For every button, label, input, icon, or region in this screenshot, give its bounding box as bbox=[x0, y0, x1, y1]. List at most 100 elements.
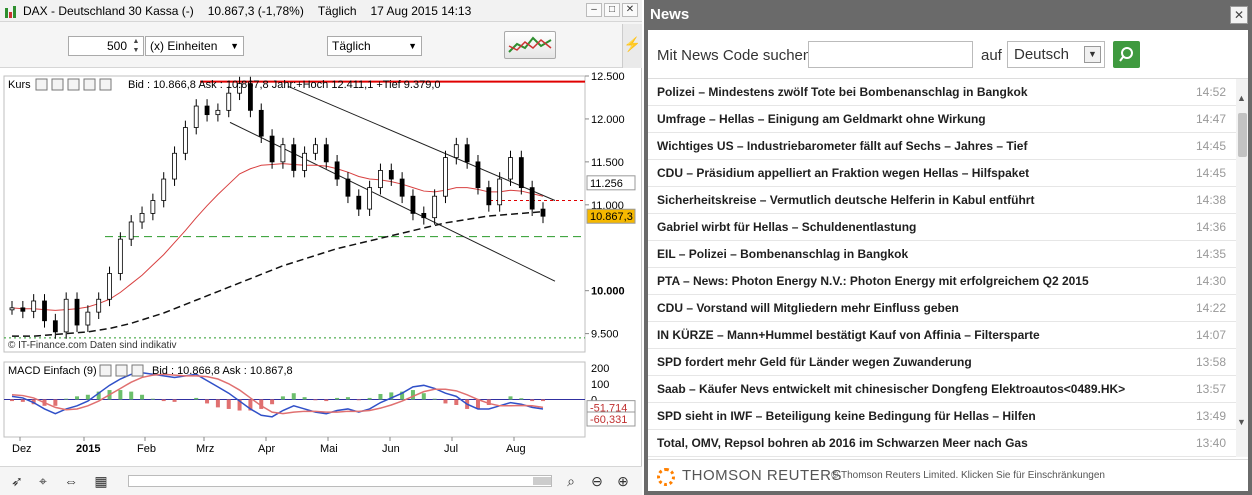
candle bbox=[540, 208, 546, 217]
candle bbox=[280, 144, 286, 163]
period-select[interactable]: Täglich ▼ bbox=[327, 36, 422, 56]
news-headline[interactable]: CDU – Vorstand will Mitgliedern mehr Ein… bbox=[657, 301, 959, 315]
news-item[interactable]: Sicherheitskreise – Vermutlich deutsche … bbox=[648, 187, 1236, 214]
news-item[interactable]: IN KÜRZE – Mann+Hummel bestätigt Kauf vo… bbox=[648, 322, 1236, 349]
news-item[interactable]: Saab – Käufer Nevs entwickelt mit chines… bbox=[648, 376, 1236, 403]
period-select-value: Täglich bbox=[332, 39, 371, 53]
news-headline[interactable]: SPD fordert mehr Geld für Länder wegen Z… bbox=[657, 355, 972, 369]
news-item[interactable]: Polizei – Mindestens zwölf Tote bei Bomb… bbox=[648, 79, 1236, 106]
candle bbox=[388, 170, 394, 180]
news-headline[interactable]: CDU – Präsidium appelliert an Fraktion w… bbox=[657, 166, 1029, 180]
news-time: 14:45 bbox=[1195, 166, 1226, 180]
price-axis-label: 12.500 bbox=[591, 72, 625, 83]
window-icon bbox=[115, 364, 128, 377]
news-panel: Mit News Code suchen auf Deutsch ▼ Poliz… bbox=[648, 30, 1248, 491]
news-item[interactable]: CDU – Vorstand will Mitgliedern mehr Ein… bbox=[648, 295, 1236, 322]
candle bbox=[31, 300, 37, 312]
zoom-out-icon[interactable]: ⊖ bbox=[588, 472, 606, 490]
calendar-icon[interactable]: ▦ bbox=[92, 472, 110, 490]
close-icon[interactable]: ✕ bbox=[622, 3, 638, 17]
news-headline[interactable]: Gabriel wirbt für Hellas – Schuldenentla… bbox=[657, 220, 916, 234]
news-headline[interactable]: Sicherheitskreise – Vermutlich deutsche … bbox=[657, 193, 1034, 207]
news-headline[interactable]: Total, OMV, Repsol bohren ab 2016 im Sch… bbox=[657, 436, 1028, 450]
news-headline[interactable]: EIL – Polizei – Bombenanschlag in Bangko… bbox=[657, 247, 908, 261]
remove-icon bbox=[99, 78, 112, 91]
news-search-button[interactable] bbox=[1113, 41, 1140, 68]
news-headline[interactable]: Wichtiges US – Industriebarometer fällt … bbox=[657, 139, 1027, 153]
macd-histogram-bar bbox=[205, 399, 210, 404]
news-headline[interactable]: IN KÜRZE – Mann+Hummel bestätigt Kauf vo… bbox=[657, 328, 1040, 342]
candle bbox=[410, 195, 416, 214]
window-icon bbox=[51, 78, 64, 91]
candle bbox=[226, 92, 232, 111]
unit-select[interactable]: (x) Einheiten ▼ bbox=[145, 36, 244, 56]
candle bbox=[182, 127, 188, 154]
cursor-icon[interactable]: ➶ bbox=[8, 472, 26, 490]
price-axis-label: 11.500 bbox=[591, 157, 624, 169]
candle bbox=[193, 105, 199, 128]
zoom-in-icon[interactable]: ⊕ bbox=[614, 472, 632, 490]
macd-histogram-bar bbox=[280, 396, 285, 400]
candle bbox=[421, 212, 427, 219]
footer-copyright[interactable]: © Thomson Reuters Limited. Klicken Sie f… bbox=[831, 470, 1105, 481]
thomson-reuters-logo bbox=[657, 468, 675, 486]
news-headline[interactable]: Polizei – Mindestens zwölf Tote bei Bomb… bbox=[657, 85, 1028, 99]
news-headline[interactable]: Saab – Käufer Nevs entwickelt mit chines… bbox=[657, 382, 1125, 396]
indicators-button[interactable] bbox=[504, 31, 556, 59]
macd-histogram-bar bbox=[226, 399, 231, 409]
candle bbox=[128, 221, 134, 240]
time-scroll-thumb[interactable] bbox=[533, 477, 551, 485]
macd-histogram-bar bbox=[291, 393, 296, 400]
candle bbox=[204, 105, 210, 116]
news-item[interactable]: EIL – Polizei – Bombenanschlag in Bangko… bbox=[648, 241, 1236, 268]
news-item[interactable]: CDU – Präsidium appelliert an Fraktion w… bbox=[648, 160, 1236, 187]
news-scrollbar[interactable]: ▲ ▼ bbox=[1236, 79, 1248, 457]
quantity-stepper[interactable]: ▲ ▼ bbox=[130, 37, 142, 55]
wrench-icon bbox=[99, 364, 112, 377]
news-item[interactable]: SPD sieht in IWF – Beteiligung keine Bed… bbox=[648, 403, 1236, 430]
chart-area[interactable]: 12.500 12.000 11.500 11.000 10.000 9.500 11.25… bbox=[0, 72, 642, 465]
news-footer: THOMSON REUTERS © Thomson Reuters Limite… bbox=[648, 459, 1248, 491]
instrument-title: DAX - Deutschland 30 Kassa (-) bbox=[23, 3, 194, 18]
news-time: 14:30 bbox=[1195, 274, 1226, 288]
news-item[interactable]: Umfrage – Hellas – Einigung am Geldmarkt… bbox=[648, 106, 1236, 133]
scroll-down-icon[interactable]: ▼ bbox=[1237, 417, 1246, 427]
scroll-up-icon[interactable]: ▲ bbox=[1237, 93, 1246, 103]
candle bbox=[117, 238, 123, 274]
news-headline[interactable]: PTA – News: Photon Energy N.V.: Photon E… bbox=[657, 274, 1089, 288]
news-headline[interactable]: Umfrage – Hellas – Einigung am Geldmarkt… bbox=[657, 112, 986, 126]
language-select[interactable]: Deutsch ▼ bbox=[1007, 41, 1105, 68]
time-scrollbar[interactable] bbox=[128, 475, 552, 487]
pan-icon[interactable]: ⇔ bbox=[62, 472, 80, 490]
chevron-down-icon: ▼ bbox=[230, 41, 239, 51]
news-code-input[interactable] bbox=[808, 41, 973, 68]
news-item[interactable]: SPD fordert mehr Geld für Länder wegen Z… bbox=[648, 349, 1236, 376]
zoom-icon[interactable]: ⌕ bbox=[562, 472, 580, 490]
macd-histogram-bar bbox=[129, 391, 134, 400]
news-headline[interactable]: SPD sieht in IWF – Beteiligung keine Bed… bbox=[657, 409, 1036, 423]
candle bbox=[172, 152, 177, 180]
news-item[interactable]: PTA – News: Photon Energy N.V.: Photon E… bbox=[648, 268, 1236, 295]
indicator-chart-icon bbox=[508, 36, 552, 53]
restore-icon[interactable]: □ bbox=[604, 3, 620, 17]
macd-histogram-bar bbox=[421, 393, 426, 400]
side-panel-toggle[interactable]: ⚡ bbox=[622, 24, 642, 68]
price-chart[interactable]: 12.50012.00011.50011.00010.0009.50011.25… bbox=[0, 72, 642, 465]
macd-histogram-bar bbox=[410, 390, 415, 400]
news-time: 13:40 bbox=[1195, 436, 1226, 450]
price-tag-label: 11.256 bbox=[590, 178, 623, 190]
minimize-icon[interactable]: – bbox=[586, 3, 602, 17]
price-axis-label: 10.000 bbox=[591, 286, 625, 298]
macd-histogram-bar bbox=[140, 394, 145, 400]
close-icon[interactable]: ✕ bbox=[1230, 6, 1248, 24]
crosshair-icon[interactable]: ⌖ bbox=[34, 472, 52, 490]
news-titlebar: News ✕ bbox=[644, 0, 1252, 30]
candle bbox=[215, 109, 221, 116]
macd-pane-title: MACD Einfach (9) bbox=[8, 365, 97, 377]
news-time: 14:07 bbox=[1195, 328, 1226, 342]
news-item[interactable]: Wichtiges US – Industriebarometer fällt … bbox=[648, 133, 1236, 160]
chart-titlebar: DAX - Deutschland 30 Kassa (-) 10.867,3 … bbox=[0, 0, 642, 22]
news-item[interactable]: Total, OMV, Repsol bohren ab 2016 im Sch… bbox=[648, 430, 1236, 457]
news-scroll-thumb[interactable] bbox=[1238, 113, 1247, 157]
news-item[interactable]: Gabriel wirbt für Hellas – Schuldenentla… bbox=[648, 214, 1236, 241]
